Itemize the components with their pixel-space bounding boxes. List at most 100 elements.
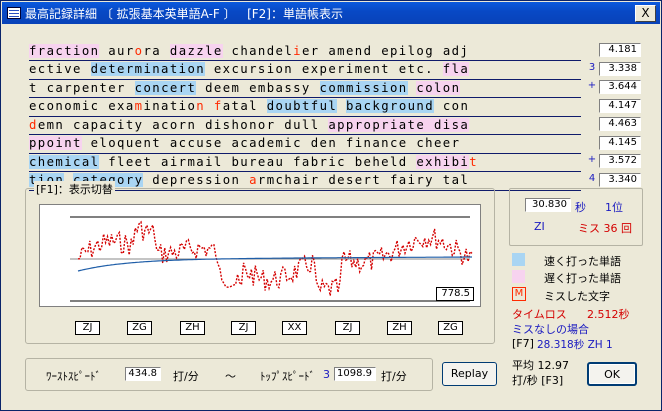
line-mark: +	[587, 154, 597, 165]
word-line: ective determination excursion experimen…	[29, 61, 581, 80]
word-text: ra	[143, 44, 170, 58]
word-line: t carpenter concert deem embassy commiss…	[29, 80, 581, 99]
fast-word: concert	[134, 80, 197, 95]
line-mark	[587, 117, 597, 135]
graph-value: 778.5	[436, 287, 474, 301]
graph-group-label[interactable]: [F1]：表示切替	[34, 181, 115, 197]
word-line: ppoint eloquent accuse academic den fina…	[29, 135, 581, 154]
top-speed-label: ﾄｯﾌﾟｽﾋﾟｰﾄﾞ	[260, 370, 315, 383]
summary-box	[509, 188, 643, 246]
nomiss-label: ミスなしの場合	[512, 323, 589, 336]
time-loss-label: タイムロス	[512, 308, 567, 321]
word-text: eloquent accuse academic den finance che…	[81, 136, 461, 151]
word-text: excursion experiment etc.	[205, 62, 443, 77]
app-icon	[7, 7, 21, 19]
graph-key-grade: ZG	[438, 321, 463, 335]
slow-word: exhibi	[416, 154, 470, 169]
slow-word: ppoint	[29, 136, 82, 151]
line-speed: 3.644	[599, 80, 641, 94]
fast-word: chemical	[29, 154, 100, 169]
time-unit: 秒	[575, 201, 586, 214]
miss-char: f	[213, 99, 223, 114]
total-time: 30.830	[525, 198, 571, 212]
miss-mark-icon: M	[512, 287, 526, 301]
word-text: ective	[29, 62, 91, 77]
fast-word: background	[346, 99, 435, 114]
worst-speed-value: 434.8	[125, 367, 161, 381]
ok-button[interactable]: OK	[587, 362, 637, 386]
grade: ZI	[534, 220, 545, 233]
range-tilde: ～	[225, 370, 236, 383]
line-mark	[587, 136, 597, 154]
speed-graph	[39, 204, 481, 307]
typed-word-lines: fraction aurora dazzle chandelier amend …	[29, 43, 581, 191]
nomiss-value: 28.318秒 ZH 1	[537, 339, 613, 351]
word-text	[337, 99, 346, 113]
slow-word: colon	[416, 80, 461, 95]
word-text: emn capacity acorn dishonor dull	[37, 117, 329, 132]
word-text: rmchair desert fairy tal	[257, 173, 470, 188]
graph-key-grade: ZJ	[335, 321, 360, 335]
slow-word: dazzle	[169, 44, 223, 58]
title-bar: 最高記録詳細 〔 拡張基本英単語A-F 〕 [F2]：単語帳表示 X	[2, 2, 660, 24]
average-speed: 平均 12.97	[512, 359, 569, 372]
legend-fast: 速く打った単語	[544, 255, 621, 268]
top-speed-value: 1098.9	[334, 367, 376, 381]
miss-char: d	[29, 117, 38, 132]
time-loss-value: 2.512秒	[587, 308, 630, 321]
word-line: demn capacity acorn dishonor dull approp…	[29, 117, 581, 136]
slow-color-swatch	[512, 270, 525, 283]
word-line: fraction aurora dazzle chandelier amend …	[29, 43, 581, 62]
worst-speed-unit: 打/分	[173, 370, 199, 383]
miss-count: ミス 36 回	[578, 222, 632, 235]
word-text: chandel	[222, 44, 294, 58]
close-button[interactable]: X	[635, 5, 656, 22]
slow-word: appropriate disa	[328, 117, 470, 132]
fast-color-swatch	[512, 253, 525, 266]
word-text	[205, 99, 214, 113]
graph-key-grade: ZG	[127, 321, 152, 335]
speed-graph-svg	[70, 216, 473, 302]
miss-char: n	[196, 99, 206, 114]
average-unit: 打/秒 [F3]	[512, 374, 564, 387]
line-mark	[587, 99, 597, 117]
line-speed: 3.340	[599, 172, 641, 187]
slow-word: fla	[442, 62, 470, 77]
fast-word: commission	[319, 80, 408, 95]
word-text: carpenter	[37, 80, 135, 95]
line-mark	[587, 43, 597, 61]
miss-char: t	[469, 154, 478, 169]
word-line: chemical fleet airmail bureau fabric beh…	[29, 154, 581, 173]
top-speed-mark: 3	[323, 368, 330, 381]
word-text: atal	[222, 99, 267, 114]
window-title: 最高記録詳細 〔 拡張基本英単語A-F 〕 [F2]：単語帳表示	[25, 6, 343, 21]
word-text: inatio	[143, 99, 197, 114]
legend-miss: ミスした文字	[544, 290, 610, 303]
top-speed-unit: 打/分	[381, 370, 407, 383]
line-speed: 4.181	[599, 43, 641, 57]
worst-speed-label: ﾜｰｽﾄｽﾋﾟｰﾄﾞ	[46, 370, 101, 383]
line-speed: 3.572	[599, 154, 641, 168]
graph-key-grade: ZJ	[231, 321, 256, 335]
word-text: deem embassy	[196, 80, 320, 95]
word-text: fleet airmail bureau fabric beheld	[99, 154, 417, 169]
graph-key-grade: ZJ	[75, 321, 100, 335]
word-text: depression	[143, 173, 250, 188]
legend-slow: 遅く打った単語	[544, 272, 621, 285]
word-text: con	[434, 99, 470, 114]
nomiss-key[interactable]: [F7]	[512, 337, 534, 350]
fast-word: doubtful	[266, 99, 338, 114]
graph-key-grade: XX	[282, 321, 307, 335]
replay-button[interactable]: Replay	[442, 362, 497, 386]
line-speed: 4.145	[599, 135, 641, 150]
graph-key-grade: ZH	[180, 321, 205, 335]
word-text: economic exa	[29, 99, 135, 114]
miss-char: i	[293, 44, 302, 58]
miss-char: a	[249, 173, 258, 188]
word-text: er amend epilog adj	[301, 44, 470, 58]
fast-word: determination	[90, 62, 206, 77]
line-speed: 4.147	[599, 98, 641, 113]
line-speed: 3.338	[599, 61, 641, 76]
slow-word: fraction	[29, 44, 100, 58]
word-line: economic examination fatal doubtful back…	[29, 98, 581, 117]
